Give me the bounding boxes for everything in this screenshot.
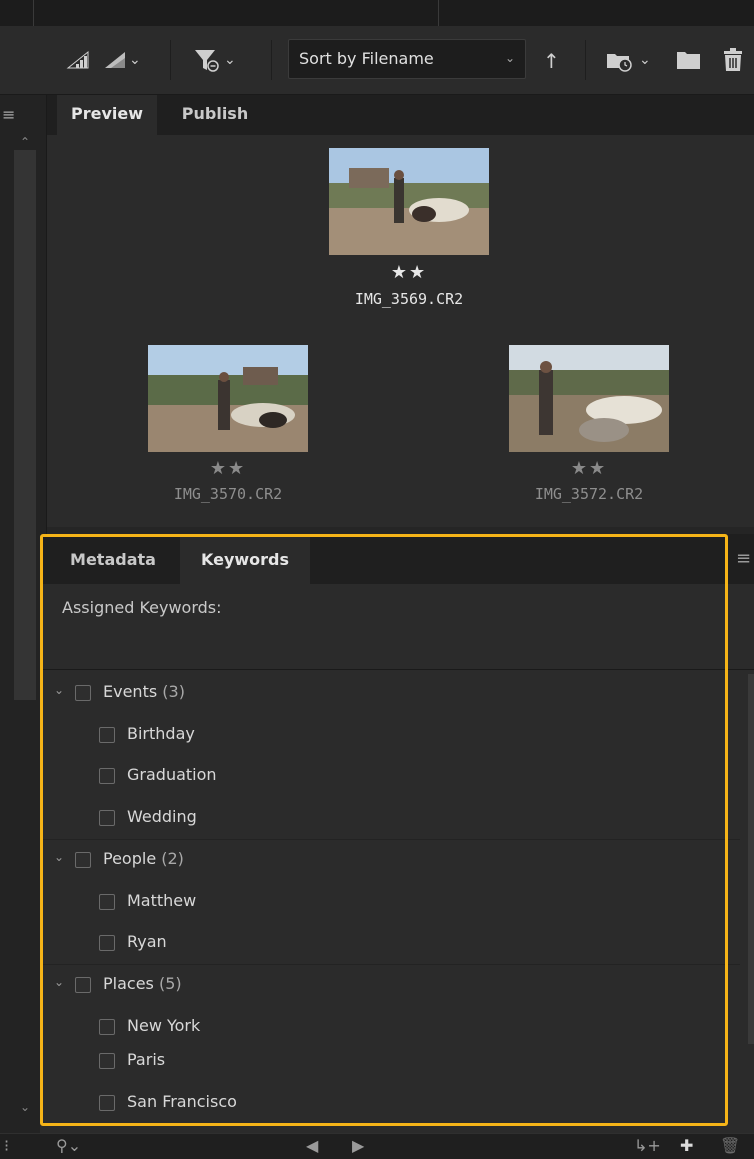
keyword-row[interactable]: Paris [40, 1040, 740, 1082]
keyword-checkbox[interactable] [99, 935, 115, 951]
chevron-down-icon[interactable]: ⌄ [54, 975, 64, 989]
new-sub-keyword-icon[interactable]: ↳+ [634, 1136, 661, 1155]
chevron-down-icon: ⌄ [504, 51, 515, 65]
star-rating[interactable]: ★★ [128, 458, 328, 479]
keyword-row[interactable]: Wedding [40, 797, 740, 839]
divider [438, 0, 439, 26]
chevron-down-icon[interactable]: ⌄ [224, 52, 236, 68]
keyword-label: Ryan [127, 932, 167, 951]
keyword-checkbox[interactable] [75, 685, 91, 701]
keyword-checkbox[interactable] [99, 894, 115, 910]
keywords-tab-bar: Metadata Keywords ≡ [40, 534, 754, 584]
keyword-row[interactable]: Birthday [40, 714, 740, 756]
preview-tab-bar: Preview Publish [47, 95, 754, 135]
keyword-checkbox[interactable] [99, 810, 115, 826]
scrollbar[interactable] [14, 150, 36, 700]
keyword-label: New York [127, 1016, 201, 1035]
keyword-group-row[interactable]: ⌄ Places (5) [40, 964, 740, 1006]
keyword-label: Wedding [127, 807, 197, 826]
chevron-down-icon[interactable]: ⌄ [639, 52, 651, 68]
add-keyword-icon[interactable]: ✚ [680, 1136, 693, 1155]
chevron-down-icon[interactable]: ⌄ [54, 683, 64, 697]
keyword-row[interactable]: Graduation [40, 755, 740, 797]
keyword-label: San Francisco [127, 1092, 237, 1111]
keyword-checkbox[interactable] [75, 852, 91, 868]
chevron-down-icon[interactable]: ⌄ [54, 850, 64, 864]
keyword-label: Graduation [127, 765, 217, 784]
top-strip [0, 0, 754, 26]
photo-thumbnail[interactable] [329, 148, 489, 255]
bottom-bar: ⁝ ⚲⌄ ◀ ▶ ↳+ ✚ 🗑 [0, 1133, 754, 1159]
thumbnail-filename: IMG_3569.CR2 [354, 290, 464, 308]
preview-area: ★★ IMG_3569.CR2 ★★ IMG_3570.CR2 ★★ IMG_3… [47, 135, 754, 527]
filter-icon[interactable] [193, 48, 219, 77]
quality-dropdown-icon[interactable] [103, 50, 127, 75]
recent-folder-icon[interactable] [605, 48, 633, 77]
trash-icon[interactable] [722, 48, 744, 77]
panel-grip-icon: ⁝ [4, 1136, 10, 1155]
keyword-group-name: Events [103, 682, 158, 701]
previous-icon[interactable]: ◀ [306, 1136, 318, 1155]
scroll-down-icon[interactable]: ⌄ [20, 1100, 30, 1114]
divider [585, 40, 586, 80]
scrollbar[interactable] [748, 674, 754, 1044]
search-icon[interactable]: ⚲⌄ [56, 1136, 81, 1155]
keyword-group-count: (2) [161, 849, 184, 868]
tab-metadata[interactable]: Metadata [48, 534, 178, 584]
divider [40, 669, 754, 670]
keyword-checkbox[interactable] [99, 768, 115, 784]
keyword-checkbox[interactable] [99, 1019, 115, 1035]
keyword-row[interactable]: San Francisco [40, 1082, 740, 1124]
keyword-group-label: People (2) [103, 849, 184, 868]
thumbnail-quality-icon[interactable] [66, 50, 90, 75]
keyword-group-name: People [103, 849, 157, 868]
keywords-panel-continued: Paris San Francisco [40, 1050, 754, 1133]
assigned-keywords-label: Assigned Keywords: [62, 598, 222, 617]
keyword-group-row[interactable]: ⌄ Events (3) [40, 672, 740, 714]
thumbnail-filename: IMG_3572.CR2 [534, 485, 644, 503]
divider [33, 0, 34, 26]
keyword-checkbox[interactable] [99, 727, 115, 743]
keyword-group-count: (5) [158, 974, 182, 993]
keyword-checkbox[interactable] [99, 1053, 115, 1069]
keyword-checkbox[interactable] [99, 1095, 115, 1111]
star-rating[interactable]: ★★ [489, 458, 689, 479]
keyword-group-label: Places (5) [103, 974, 182, 993]
new-folder-icon[interactable] [676, 50, 702, 75]
star-rating[interactable]: ★★ [309, 262, 509, 283]
keyword-checkbox[interactable] [75, 977, 91, 993]
keyword-group-name: Places [103, 974, 154, 993]
keyword-label: Matthew [127, 891, 197, 910]
sort-dropdown[interactable]: Sort by Filename ⌄ [288, 39, 526, 79]
thumbnail-filename: IMG_3570.CR2 [173, 485, 283, 503]
divider [170, 40, 171, 80]
keyword-row[interactable]: Matthew [40, 881, 740, 923]
keyword-group-count: (3) [162, 682, 185, 701]
tab-preview[interactable]: Preview [57, 95, 157, 135]
scroll-up-icon[interactable]: ⌃ [20, 135, 30, 149]
next-icon[interactable]: ▶ [352, 1136, 364, 1155]
sort-direction-icon[interactable]: ↑ [543, 50, 560, 72]
keywords-panel: Assigned Keywords: ⌄ Events (3) Birthday… [40, 584, 754, 1056]
tab-keywords[interactable]: Keywords [180, 534, 310, 584]
tab-publish[interactable]: Publish [165, 95, 265, 135]
sort-label: Sort by Filename [299, 49, 434, 68]
chevron-down-icon[interactable]: ⌄ [129, 52, 141, 68]
panel-menu-icon[interactable]: ≡ [2, 105, 15, 124]
divider [271, 40, 272, 80]
keyword-group-row[interactable]: ⌄ People (2) [40, 839, 740, 881]
photo-thumbnail[interactable] [148, 345, 308, 452]
keyword-row[interactable]: Ryan [40, 922, 740, 964]
keyword-group-label: Events (3) [103, 682, 185, 701]
trash-icon[interactable]: 🗑 [720, 1136, 740, 1155]
keyword-label: Paris [127, 1050, 166, 1069]
photo-thumbnail[interactable] [509, 345, 669, 452]
keyword-label: Birthday [127, 724, 195, 743]
panel-menu-icon[interactable]: ≡ [736, 548, 751, 569]
